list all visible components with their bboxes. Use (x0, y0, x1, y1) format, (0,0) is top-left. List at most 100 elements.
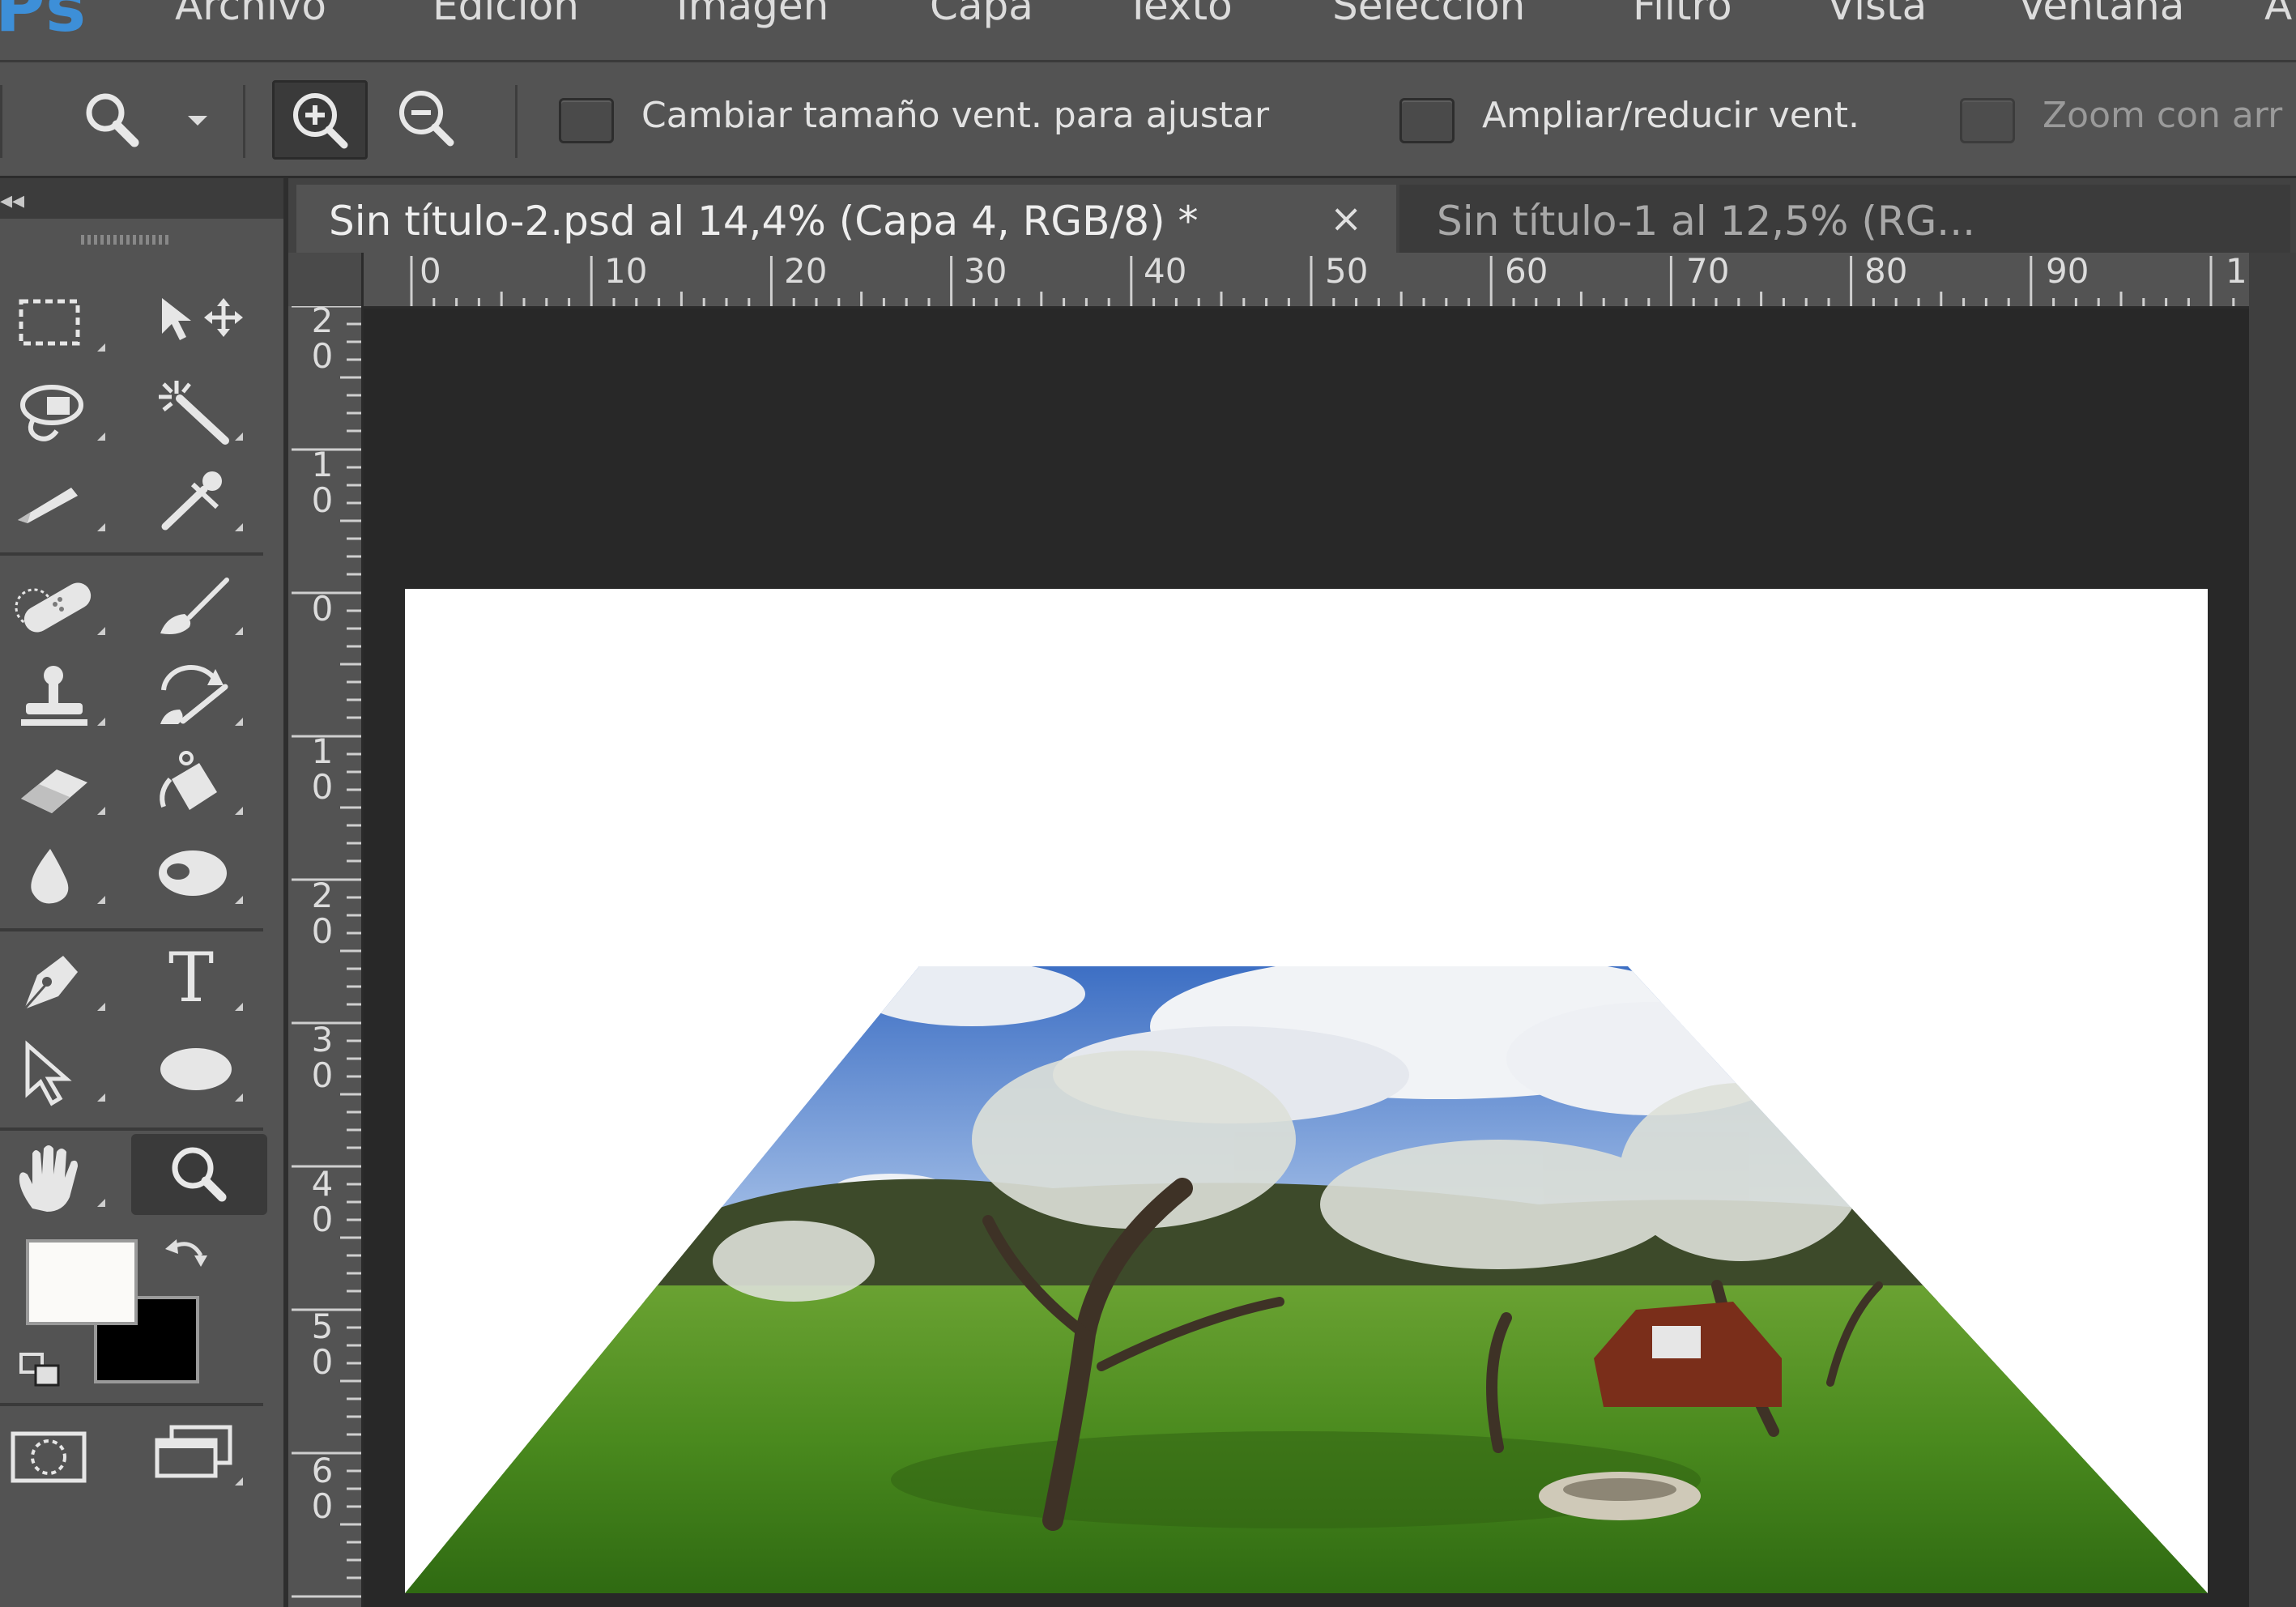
horizontal-ruler[interactable]: 0 10 20 30 40 50 60 70 80 90 1 (288, 251, 2296, 309)
tool-blur[interactable] (10, 836, 131, 917)
ruler-label: 30 (964, 251, 1007, 291)
pen-icon (23, 956, 105, 1011)
quick-mask-button[interactable] (10, 1417, 131, 1498)
eraser-icon (21, 769, 105, 815)
tool-history-brush[interactable] (147, 658, 269, 739)
menu-archivo[interactable]: Archivo (175, 0, 326, 29)
menu-edicion[interactable]: Edición (432, 0, 579, 29)
tool-preset-picker[interactable] (65, 79, 162, 160)
app-logo[interactable]: Ps (0, 0, 87, 47)
tool-zoom[interactable] (131, 1134, 267, 1215)
ruler-label: 40 (1144, 251, 1187, 291)
ruler-label: 0 (420, 251, 441, 291)
zoom-in-icon (293, 93, 348, 149)
hand-icon (19, 1145, 105, 1212)
menu-seleccion[interactable]: Selección (1332, 0, 1525, 29)
vertical-ruler[interactable]: 20 10 0 10 20 30 40 50 60 (288, 303, 364, 1607)
menu-bar: Ps Archivo Edición Imagen Capa Texto Sel… (0, 0, 2296, 62)
tool-eraser[interactable] (10, 747, 131, 828)
toolbox-header: ◂◂ (0, 178, 283, 219)
ruler-ticks (410, 256, 2280, 306)
menu-imagen[interactable]: Imagen (676, 0, 829, 29)
tab-title: Sin título-2.psd al 14,4% (Capa 4, RGB/8… (329, 198, 1199, 245)
tool-rectangular-marquee[interactable] (10, 283, 131, 364)
ruler-label: 10 (604, 251, 648, 291)
tool-slice[interactable] (10, 463, 131, 544)
flyout-indicator (235, 1003, 243, 1011)
ruler-label: 20 (311, 876, 334, 951)
tool-paint-bucket[interactable] (147, 747, 269, 828)
tool-type[interactable]: T (147, 938, 269, 1024)
tool-hand[interactable] (10, 1139, 131, 1220)
ruler-label: 0 (311, 589, 334, 629)
ruler-label: 90 (2046, 251, 2089, 291)
ruler-label: 1 (2226, 251, 2247, 291)
menu-ventana[interactable]: Ventana (2018, 0, 2184, 29)
zoom-out-button[interactable] (381, 80, 471, 155)
transformed-photo (405, 966, 2208, 1593)
ruler-label: 60 (311, 1451, 334, 1526)
move-icon (162, 298, 243, 340)
tool-pen[interactable] (10, 943, 131, 1024)
tool-move[interactable] (147, 283, 269, 364)
menu-ayuda[interactable]: A (2264, 0, 2292, 29)
menu-texto[interactable]: Texto (1126, 0, 1233, 29)
rectangular-marquee-icon (19, 299, 105, 352)
scrubby-zoom-checkbox[interactable] (1960, 98, 2015, 143)
toolbox: ◂◂ T (0, 178, 288, 1607)
ruler-label: 20 (784, 251, 828, 291)
ruler-label: 70 (1686, 251, 1730, 291)
menu-capa[interactable]: Capa (930, 0, 1033, 29)
lasso-icon (20, 385, 105, 441)
ruler-origin[interactable] (288, 253, 364, 306)
screen-mode-button[interactable] (147, 1417, 269, 1498)
paint-bucket-icon (160, 751, 243, 815)
vertical-scrollbar[interactable] (2249, 253, 2296, 1607)
toolbox-grip[interactable] (81, 235, 170, 245)
tool-eyedropper[interactable] (147, 463, 269, 544)
tool-path-selection[interactable] (10, 1034, 131, 1115)
swap-colors-icon[interactable] (159, 1231, 215, 1280)
blur-icon (31, 849, 105, 904)
default-colors-icon[interactable] (18, 1351, 66, 1392)
collapse-arrows-icon[interactable]: ◂◂ (0, 186, 24, 215)
scrubby-zoom-label: Zoom con arr (2043, 95, 2283, 136)
foreground-color-swatch[interactable] (26, 1239, 138, 1325)
resize-windows-checkbox[interactable] (559, 98, 614, 143)
clone-stamp-icon (21, 666, 105, 726)
menu-filtro[interactable]: Filtro (1633, 0, 1732, 29)
zoom-all-windows-label: Ampliar/reducir vent. (1482, 95, 1859, 136)
tab-document-2[interactable]: Sin título-2.psd al 14,4% (Capa 4, RGB/8… (296, 185, 1396, 253)
brush-icon (160, 578, 243, 635)
quick-mask-icon (11, 1431, 87, 1483)
magic-wand-icon (159, 381, 243, 445)
options-bar: Cambiar tamaño vent. para ajustar Amplia… (0, 62, 2296, 178)
chevron-down-icon[interactable] (181, 111, 214, 130)
tool-clone-stamp[interactable] (10, 658, 131, 739)
tab-document-1[interactable]: Sin título-1 al 12,5% (RG... × (1399, 185, 2290, 253)
menu-vista[interactable]: Vista (1827, 0, 1927, 29)
tool-spot-healing[interactable] (10, 567, 131, 648)
ruler-label: 80 (1864, 251, 1908, 291)
document-tab-bar: Sin título-2.psd al 14,4% (Capa 4, RGB/8… (288, 178, 2296, 253)
zoom-out-icon (399, 91, 454, 147)
zoom-all-windows-checkbox[interactable] (1399, 98, 1455, 143)
tool-brush[interactable] (147, 567, 269, 648)
ruler-label: 50 (311, 1306, 334, 1382)
tool-smudge[interactable] (147, 836, 269, 917)
tab-title: Sin título-1 al 12,5% (RG... (1437, 198, 1975, 245)
ruler-label: 10 (311, 445, 334, 520)
dodge-icon (159, 850, 243, 904)
tool-magic-wand[interactable] (147, 373, 269, 454)
document-canvas[interactable] (405, 589, 2208, 1593)
tool-ellipse[interactable] (147, 1034, 269, 1115)
eyedropper-icon (161, 471, 243, 531)
ruler-label: 10 (311, 731, 334, 807)
healing-brush-icon (15, 582, 105, 635)
history-brush-icon (160, 664, 243, 726)
close-icon[interactable]: × (1330, 196, 1362, 241)
path-selection-icon (25, 1040, 105, 1106)
tool-lasso[interactable] (10, 373, 131, 454)
ruler-label: 60 (1505, 251, 1548, 291)
zoom-in-button[interactable] (272, 80, 368, 160)
